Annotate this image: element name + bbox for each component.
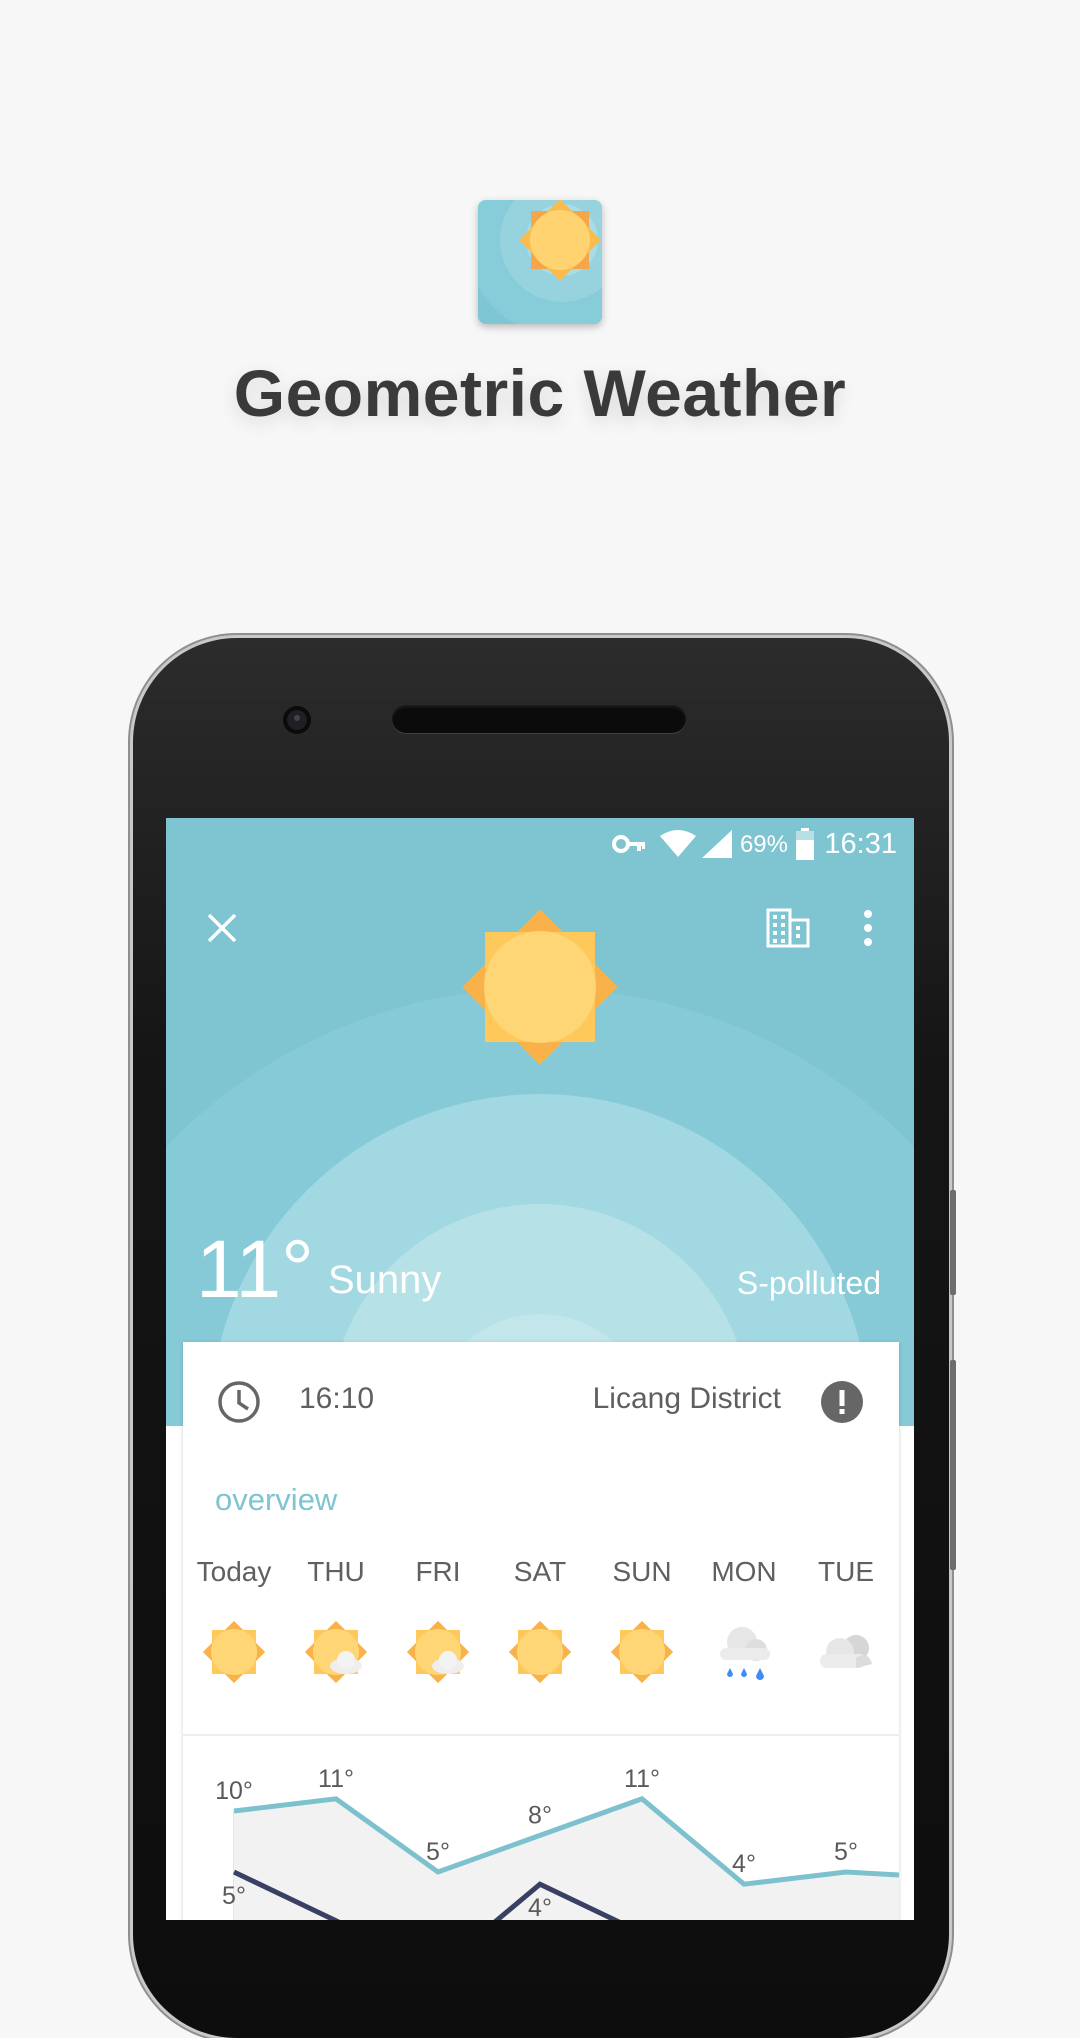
sun-app-icon (478, 200, 602, 324)
sun-icon (462, 909, 618, 1065)
day-label: TUE (818, 1556, 874, 1587)
building-icon (766, 908, 810, 948)
manage-locations-button[interactable] (758, 900, 818, 956)
day-label: Today (196, 1556, 272, 1587)
update-time: 16:10 (299, 1382, 375, 1415)
more-vert-icon (864, 910, 872, 946)
volume-button (950, 1360, 956, 1570)
day-label: FRI (415, 1556, 461, 1587)
high-temp-label: 4° (732, 1850, 756, 1878)
day-label: SAT (513, 1556, 567, 1587)
app-title: Geometric Weather (233, 356, 847, 430)
high-temp-label: 5° (834, 1838, 858, 1866)
status-bar: 69% 16:31 (166, 818, 914, 870)
air-quality: S-polluted (736, 1265, 881, 1301)
more-options-button[interactable] (846, 900, 890, 956)
high-temp-label: 8° (528, 1801, 552, 1829)
day-label: SUN (612, 1556, 672, 1587)
overview-title: overview (215, 1482, 338, 1517)
clock-time: 16:31 (824, 828, 897, 860)
power-button (950, 1190, 956, 1295)
card-header: 16:10 Licang District (183, 1342, 899, 1460)
front-camera (283, 706, 311, 734)
alert-icon[interactable] (820, 1380, 864, 1424)
promo-header: Geometric Weather (0, 0, 1080, 520)
rain-icon (720, 1627, 770, 1680)
sun-cloud-icon (406, 1620, 470, 1684)
wifi-icon (660, 830, 696, 857)
sun-icon (202, 1620, 266, 1684)
high-temp-area (234, 1798, 899, 1920)
forecast-icons-row (183, 1617, 899, 1687)
high-temp-label: 11° (624, 1765, 660, 1793)
current-temperature: 11° (196, 1224, 314, 1315)
sun-icon (508, 1620, 572, 1684)
day-label: THU (307, 1556, 365, 1587)
battery-percentage: 69% (739, 831, 788, 858)
high-temp-label: 11° (318, 1765, 354, 1793)
temperature-trend-chart: 10° 5° 11° 5° 8° 4° 11° 4° 5° (215, 1765, 899, 1920)
sun-cloud-icon (304, 1620, 368, 1684)
cloudy-night-icon (820, 1635, 872, 1668)
cell-signal-icon (702, 830, 732, 858)
sun-icon (610, 1620, 674, 1684)
app-screen: 69% 16:31 11° Sunny S-polluted 16:10 Lic… (166, 818, 914, 1920)
low-temp-label: 5° (222, 1882, 246, 1910)
weather-header: 69% 16:31 11° Sunny S-polluted (166, 818, 914, 1426)
current-condition: Sunny (328, 1258, 442, 1302)
forecast-days-row: Today THU FRI SAT SUN MON TUE (183, 1556, 899, 1596)
low-temp-label: 4° (528, 1894, 552, 1920)
forecast-card: 16:10 Licang District overview Today THU… (183, 1342, 899, 1920)
battery-icon (796, 828, 814, 860)
location-name[interactable]: Licang District (593, 1382, 781, 1416)
day-label: MON (711, 1556, 777, 1587)
vpn-key-icon (612, 835, 645, 853)
high-temp-label: 10° (215, 1777, 253, 1805)
close-icon (207, 913, 237, 943)
close-button[interactable] (194, 900, 250, 956)
earpiece-speaker (392, 705, 686, 733)
high-temp-label: 5° (426, 1838, 450, 1866)
clock-icon (218, 1381, 260, 1423)
